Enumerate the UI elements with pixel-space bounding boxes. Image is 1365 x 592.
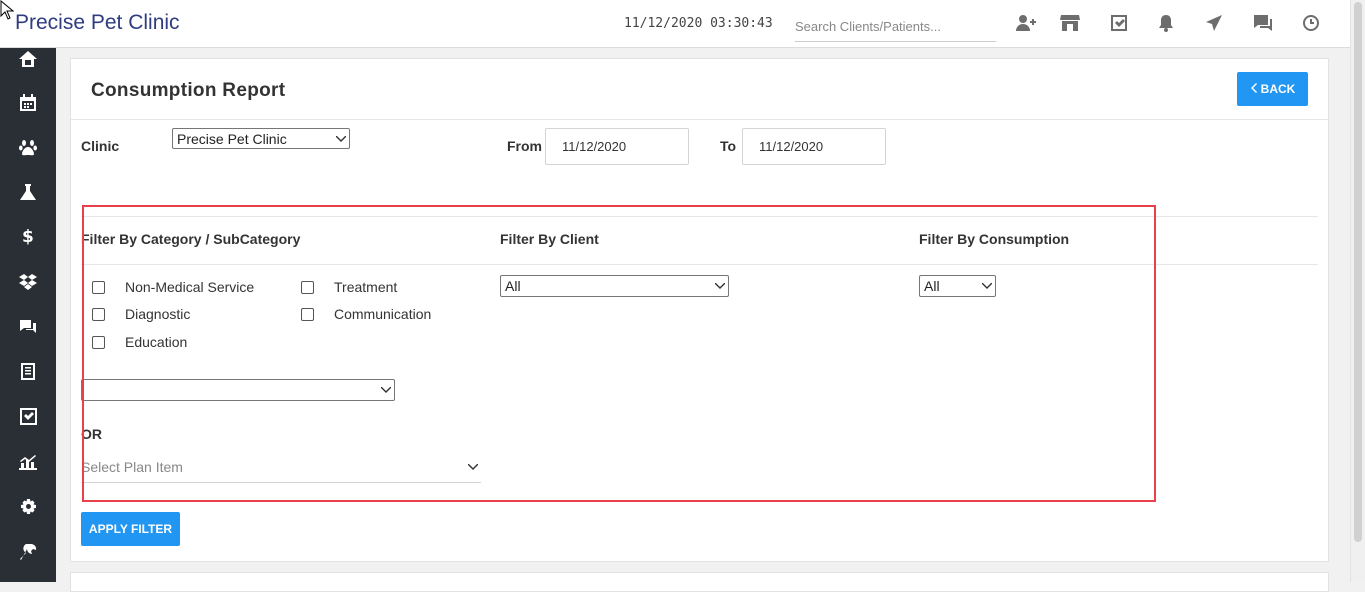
category-filter-heading: Filter By Category / SubCategory <box>81 231 301 247</box>
chevron-down-icon <box>465 463 481 470</box>
to-label: To <box>720 138 737 154</box>
checkbox-label: Diagnostic <box>125 306 191 322</box>
client-filter-heading: Filter By Client <box>500 231 599 247</box>
chevron-down-icon <box>378 387 394 393</box>
back-button-label: BACK <box>1260 82 1296 96</box>
analytics-icon[interactable] <box>16 451 40 473</box>
back-button[interactable]: BACK <box>1237 72 1308 106</box>
clock-icon[interactable] <box>1300 13 1322 33</box>
scrollbar-thumb[interactable] <box>1354 2 1362 542</box>
consumption-filter-heading: Filter By Consumption <box>919 231 1070 247</box>
dollar-icon[interactable]: $ <box>16 225 40 247</box>
dropbox-icon[interactable] <box>16 271 40 293</box>
flask-icon[interactable] <box>16 181 40 203</box>
lower-panel <box>70 572 1329 592</box>
from-date-input[interactable] <box>545 128 689 165</box>
to-date-input[interactable] <box>742 128 886 165</box>
checkbox-box[interactable] <box>301 307 314 321</box>
svg-text:$: $ <box>22 227 34 245</box>
report-icon[interactable] <box>16 360 40 382</box>
checkbox-label: Education <box>125 334 188 350</box>
sidebar: $ <box>0 48 56 582</box>
checkbox-communication[interactable]: Communication <box>301 306 431 322</box>
header-divider <box>71 119 1328 120</box>
comments-icon[interactable] <box>16 315 40 337</box>
apply-filter-button[interactable]: APPLY FILTER <box>81 512 180 546</box>
clinic-label: Clinic <box>81 138 120 154</box>
wrench-icon[interactable] <box>16 541 40 563</box>
gear-icon[interactable] <box>16 496 40 518</box>
add-user-icon[interactable] <box>1015 13 1037 33</box>
chevron-left-icon <box>1250 82 1257 96</box>
mouse-cursor-icon <box>0 0 14 20</box>
page-scrollbar[interactable] <box>1350 0 1365 582</box>
checkbox-icon[interactable] <box>1108 13 1130 33</box>
plan-item-placeholder: Select Plan Item <box>81 458 183 475</box>
client-select-value: All <box>505 278 521 294</box>
report-panel: Consumption Report BACK Clinic Precise P… <box>70 58 1329 562</box>
from-label: From <box>507 138 542 154</box>
calendar-icon[interactable] <box>16 91 40 113</box>
checkbox-box[interactable] <box>92 307 105 321</box>
chevron-down-icon <box>712 283 728 289</box>
client-select[interactable]: All <box>500 275 729 297</box>
page-title: Consumption Report <box>91 80 286 101</box>
paw-icon[interactable] <box>16 136 40 158</box>
checkbox-label: Non-Medical Service <box>125 279 255 295</box>
checkbox-non-medical-service[interactable]: Non-Medical Service <box>92 279 254 295</box>
consumption-select-value: All <box>924 278 940 294</box>
filter-divider-bottom <box>81 264 1318 265</box>
chat-icon[interactable] <box>1252 13 1274 33</box>
checkbox-treatment[interactable]: Treatment <box>301 279 397 295</box>
subcategory-select[interactable] <box>81 379 395 401</box>
top-bar: Precise Pet Clinic 11/12/2020 03:30:43 <box>0 0 1350 48</box>
checkbox-education[interactable]: Education <box>92 334 187 350</box>
chevron-down-icon <box>333 135 349 142</box>
checkbox-label: Communication <box>334 306 432 322</box>
checklist-icon[interactable] <box>16 405 40 427</box>
clinic-select-value: Precise Pet Clinic <box>177 130 287 147</box>
consumption-select[interactable]: All <box>919 275 996 297</box>
checkbox-box[interactable] <box>92 280 105 294</box>
clinic-select[interactable]: Precise Pet Clinic <box>172 128 350 149</box>
search-input[interactable] <box>795 12 996 42</box>
send-icon[interactable] <box>1203 13 1225 33</box>
filter-divider-top <box>81 216 1318 217</box>
or-label: OR <box>81 426 102 442</box>
checkbox-diagnostic[interactable]: Diagnostic <box>92 306 190 322</box>
chevron-down-icon <box>979 283 995 289</box>
store-icon[interactable] <box>1059 13 1081 33</box>
home-icon[interactable] <box>16 48 40 70</box>
app-title[interactable]: Precise Pet Clinic <box>15 11 180 35</box>
current-datetime: 11/12/2020 03:30:43 <box>624 16 773 31</box>
checkbox-box[interactable] <box>92 335 105 349</box>
checkbox-label: Treatment <box>334 279 398 295</box>
checkbox-box[interactable] <box>301 280 314 294</box>
bell-icon[interactable] <box>1155 13 1177 33</box>
plan-item-select[interactable]: Select Plan Item <box>81 451 481 483</box>
